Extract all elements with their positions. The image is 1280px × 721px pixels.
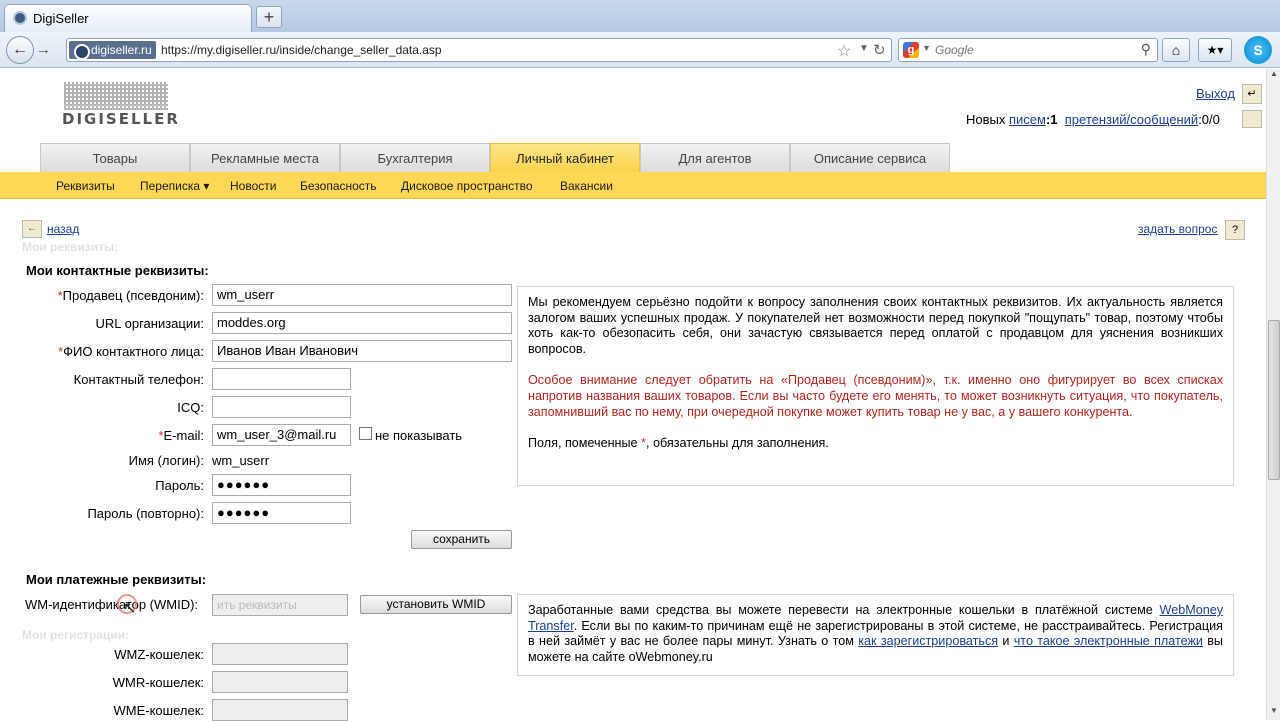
seller-input[interactable]: wm_userr (212, 284, 512, 306)
submenu-requisites[interactable]: Реквизиты (56, 179, 115, 193)
tab-goods[interactable]: Товары (40, 143, 190, 172)
label-login: Имя (логин): (128, 453, 204, 468)
ghost-heading: Мои реквизиты: (22, 240, 119, 254)
label-wme: WME-кошелек: (113, 703, 204, 718)
logout-link[interactable]: Выход (1196, 86, 1235, 101)
tab-title: DigiSeller (33, 11, 89, 26)
fio-input[interactable]: Иванов Иван Иванович (212, 340, 512, 362)
logo-text: DIGISELLER (62, 110, 180, 128)
back-arrow-icon[interactable]: ← (22, 220, 42, 238)
label-fio: *ФИО контактного лица: (58, 344, 204, 359)
label-wmid: WM-идентификатор (WMID): (25, 597, 199, 612)
payments-heading: Мои платежные реквизиты: (26, 572, 207, 587)
password-repeat-input[interactable]: ●●●●●● (212, 502, 351, 524)
search-engine-chevron-icon[interactable]: ▼ (922, 43, 931, 53)
ghost-heading-2: Мои регистрации: (22, 628, 130, 642)
sub-menu: Реквизиты Переписка ▾ Новости Безопаснос… (0, 172, 1266, 199)
contacts-info-box: Мы рекомендуем серьёзно подойти к вопрос… (517, 286, 1234, 486)
site-identity-badge[interactable]: digiseller.ru (69, 41, 156, 60)
url-history-chevron-icon[interactable]: ▼ (859, 43, 869, 54)
submenu-vacancies[interactable]: Вакансии (560, 179, 613, 193)
messages-info: Новых писем:1 претензий/сообщений:0/0 (966, 112, 1220, 127)
wmid-input[interactable]: ить реквизиты (212, 594, 348, 616)
ask-question-link[interactable]: задать вопрос (1138, 222, 1217, 236)
site-favicon-icon (13, 11, 27, 25)
url-text[interactable]: https://my.digiseller.ru/inside/change_s… (161, 43, 442, 57)
bookmark-star-icon[interactable]: ☆ (837, 41, 851, 61)
submenu-correspondence[interactable]: Переписка ▾ (140, 179, 209, 193)
mouse-cursor: ↖ (117, 594, 139, 617)
forward-button[interactable]: → (36, 41, 51, 58)
new-tab-button[interactable]: + (256, 6, 282, 28)
wme-input[interactable] (212, 699, 348, 721)
back-button[interactable]: ← (6, 36, 34, 64)
tab-accounting[interactable]: Бухгалтерия (340, 143, 490, 172)
label-wmr: WMR-кошелек: (112, 675, 204, 690)
search-box[interactable]: g ▼ Google ⚲ (898, 38, 1158, 62)
browser-navbar: ← → digiseller.ru https://my.digiseller.… (0, 32, 1280, 68)
claims-link[interactable]: претензий/сообщений (1065, 112, 1198, 127)
info-paragraph-1: Мы рекомендуем серьёзно подойти к вопрос… (528, 295, 1223, 356)
label-email: *E-mail: (158, 428, 204, 443)
url-input[interactable]: moddes.org (212, 312, 512, 334)
digiseller-logo[interactable]: DIGISELLER (62, 82, 178, 128)
search-icon[interactable]: ⚲ (1141, 41, 1151, 58)
label-url: URL организации: (95, 316, 205, 331)
address-bar[interactable]: digiseller.ru https://my.digiseller.ru/i… (66, 38, 892, 62)
info-paragraph-3: Поля, помеченные *, обязательны для запо… (528, 436, 829, 451)
mail-icon[interactable] (1242, 110, 1262, 128)
what-are-epayments-link[interactable]: что такое электронные платежи (1014, 634, 1203, 648)
wmz-input[interactable] (212, 643, 348, 665)
browser-titlebar: DigiSeller + (0, 0, 1280, 32)
label-icq: ICQ: (177, 400, 204, 415)
scroll-up-icon[interactable]: ▲ (1267, 69, 1280, 83)
phone-input[interactable] (212, 368, 351, 390)
logout-icon[interactable]: ↵ (1242, 84, 1262, 104)
set-wmid-button[interactable]: установить WMID (360, 595, 512, 614)
scroll-down-icon[interactable]: ▼ (1267, 706, 1280, 720)
google-icon[interactable]: g (903, 42, 919, 58)
icq-input[interactable] (212, 396, 351, 418)
payments-info-box: Заработанные вами средства вы можете пер… (517, 594, 1234, 676)
scroll-thumb[interactable] (1268, 320, 1280, 480)
bookmarks-button[interactable]: ★▾ (1198, 38, 1232, 62)
letters-link[interactable]: писем (1009, 112, 1046, 127)
pointer-icon: ↖ (123, 600, 137, 617)
save-button[interactable]: сохранить (411, 530, 512, 549)
reload-icon[interactable]: ↻ (873, 41, 886, 59)
wmr-input[interactable] (212, 671, 348, 693)
submenu-news[interactable]: Новости (230, 179, 276, 193)
search-placeholder: Google (935, 43, 974, 57)
question-icon[interactable]: ? (1225, 220, 1245, 240)
contacts-heading: Мои контактные реквизиты: (26, 263, 209, 278)
info-paragraph-2: Особое внимание следует обратить на «Про… (528, 373, 1223, 419)
skype-icon[interactable]: S (1244, 36, 1272, 64)
new-label: Новых (966, 112, 1006, 127)
back-link[interactable]: назад (47, 222, 79, 236)
submenu-security[interactable]: Безопасность (300, 179, 377, 193)
tab-ad-places[interactable]: Рекламные места (190, 143, 340, 172)
hide-email-label: не показывать (375, 428, 463, 443)
how-to-register-link[interactable]: как зарегистрироваться (858, 634, 998, 648)
label-password-repeat: Пароль (повторно): (87, 506, 204, 521)
page-scrollbar[interactable]: ▲ ▼ (1266, 69, 1280, 720)
tab-personal-cabinet[interactable]: Личный кабинет (490, 143, 640, 172)
logo-graphic (64, 82, 168, 110)
label-seller: *Продавец (псевдоним): (57, 288, 204, 303)
label-phone: Контактный телефон: (73, 372, 204, 387)
tab-for-agents[interactable]: Для агентов (640, 143, 790, 172)
home-button[interactable]: ⌂ (1162, 38, 1190, 62)
hide-email-checkbox[interactable] (359, 427, 372, 440)
label-wmz: WMZ-кошелек: (114, 647, 204, 662)
claims-count: :0/0 (1198, 112, 1220, 127)
tab-service-description[interactable]: Описание сервиса (790, 143, 950, 172)
letters-count: :1 (1045, 112, 1058, 127)
email-input[interactable]: wm_user_3@mail.ru (212, 424, 351, 446)
password-input[interactable]: ●●●●●● (212, 474, 351, 496)
browser-tab[interactable]: DigiSeller (4, 4, 252, 32)
dropdown-arrow-icon: ▾ (203, 179, 210, 193)
label-password: Пароль: (155, 478, 204, 493)
submenu-disk-space[interactable]: Дисковое пространство (401, 179, 533, 193)
login-value: wm_userr (212, 453, 270, 468)
